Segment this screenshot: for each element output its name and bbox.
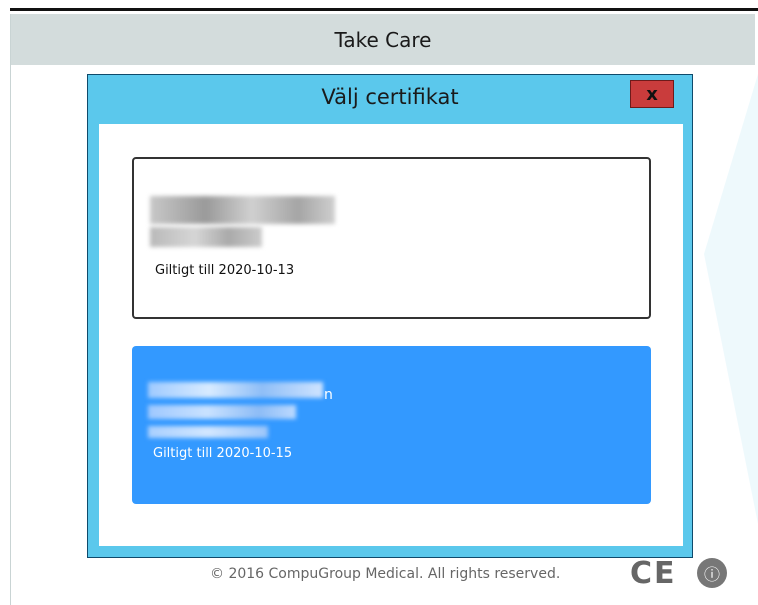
redacted-subtitle [150, 227, 262, 247]
top-border-line [10, 8, 758, 11]
certificate-option-1[interactable]: Giltigt till 2020-10-13 [132, 157, 651, 319]
certificate-validity: Giltigt till 2020-10-13 [155, 263, 295, 278]
close-icon: x [646, 83, 658, 105]
dialog-title: Välj certifikat [321, 85, 459, 109]
certificate-option-2[interactable]: n Giltigt till 2020-10-15 [132, 346, 651, 504]
ce-mark-icon: CE [630, 556, 677, 591]
window-title: Take Care [334, 27, 432, 52]
copyright-footer: © 2016 CompuGroup Medical. All rights re… [210, 566, 561, 582]
medical-icon: ⓘ [697, 558, 727, 588]
certificate-dialog: Välj certifikat x Giltigt till 2020-10-1… [87, 74, 693, 558]
redacted-detail [148, 405, 296, 419]
background-decoration [704, 54, 758, 554]
window-titlebar: Take Care [11, 14, 755, 65]
certificate-validity: Giltigt till 2020-10-15 [153, 446, 293, 461]
redacted-name [148, 382, 323, 398]
close-button[interactable]: x [630, 80, 674, 108]
dialog-content: Giltigt till 2020-10-13 n Giltigt till 2… [99, 124, 683, 546]
redacted-subtitle [148, 426, 268, 438]
certificate-name-fragment: n [324, 387, 333, 403]
redacted-name [150, 196, 335, 224]
